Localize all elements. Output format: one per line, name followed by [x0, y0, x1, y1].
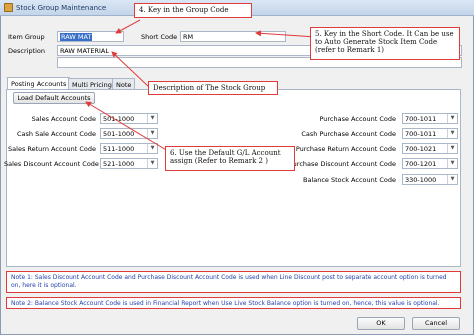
note-1: Note 1: Sales Discount Account Code and …: [6, 271, 461, 293]
callout-default-gl: 6. Use the Default G/L Account assign (R…: [165, 146, 295, 171]
callout-short-code: 5. Key in the Short Code. It Can be use …: [310, 27, 460, 60]
callout-group-code: 4. Key in the Group Code: [134, 3, 252, 18]
callout-6-arrow: [85, 101, 169, 152]
callout-desc-arrow: [111, 51, 151, 89]
callout-5-arrow: [255, 30, 317, 38]
cancel-button[interactable]: Cancel: [412, 317, 460, 330]
callout-description: Description of The Stock Group: [148, 81, 278, 95]
ok-button[interactable]: OK: [357, 317, 405, 330]
note-2: Note 2: Balance Stock Account Code is us…: [6, 297, 461, 309]
callout-4-arrow: [115, 19, 141, 34]
